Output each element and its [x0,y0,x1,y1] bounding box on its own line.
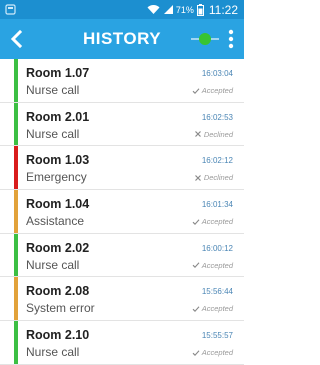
battery-percent: 71% [175,4,194,15]
room-name: Room 2.01 [26,109,90,124]
call-type: Nurse call [26,257,80,272]
history-item[interactable]: Room 2.08 System error 15:56:44 Accepted [0,277,244,322]
check-icon [192,306,200,312]
room-name: Room 1.03 [26,153,90,168]
check-icon [192,87,200,94]
room-name: Room 1.04 [26,197,90,212]
call-status: Accepted [192,86,233,95]
call-status: Accepted [192,304,233,313]
room-name: Room 2.10 [26,328,90,343]
history-item[interactable]: Room 1.04 Assistance 16:01:34 Accepted [0,190,244,234]
connection-status-icon [199,33,211,45]
check-icon [192,350,200,356]
priority-stripe [14,102,18,146]
status-label: Accepted [201,348,233,358]
x-icon [194,174,201,181]
priority-stripe [14,146,18,190]
wifi-icon [147,5,160,14]
history-item[interactable]: Room 2.02 Nurse call 16:00:12 Accepted [0,233,244,278]
check-icon [192,262,200,269]
clock: 11:22 [208,2,238,17]
call-type: Nurse call [26,83,80,97]
status-label: Declined [203,173,233,183]
status-label: Accepted [201,86,233,95]
history-list: Room 1.07 Nurse call 16:03:04 Accepted R… [0,59,244,365]
call-status: Declined [194,130,233,139]
priority-stripe [14,233,18,277]
status-bar: 71% 11:22 [0,0,244,19]
priority-stripe [14,190,18,233]
priority-stripe [14,321,18,364]
priority-stripe [14,59,18,102]
more-options-icon[interactable] [224,28,238,50]
history-item[interactable]: Room 2.10 Nurse call 15:55:57 Accepted [0,321,244,365]
priority-stripe [14,277,18,321]
call-time: 16:03:04 [201,69,233,78]
call-status: Accepted [192,261,233,270]
signal-icon [163,5,173,14]
status-label: Accepted [201,304,233,314]
battery-icon [196,3,204,16]
status-label: Accepted [201,217,233,227]
call-type: Nurse call [26,345,80,360]
call-type: Assistance [26,214,85,229]
call-type: System error [26,301,95,316]
call-time: 16:00:12 [201,243,233,253]
call-time: 15:56:44 [201,287,233,297]
status-label: Declined [203,129,233,139]
x-icon [194,131,201,138]
app-bar: HISTORY [0,19,244,59]
status-label: Accepted [201,260,233,270]
status-icons: 71% 11:22 [147,3,238,17]
history-item[interactable]: Room 2.01 Nurse call 16:02:53 Declined [0,102,244,147]
check-icon [192,218,200,225]
call-time: 16:01:34 [201,200,233,210]
history-item[interactable]: Room 1.07 Nurse call 16:03:04 Accepted [0,59,244,103]
room-name: Room 1.07 [26,66,90,80]
call-type: Nurse call [26,126,80,141]
history-item[interactable]: Room 1.03 Emergency 16:02:12 Declined [0,146,244,191]
call-status: Accepted [192,348,233,357]
call-time: 16:02:53 [201,112,233,122]
room-name: Room 2.02 [26,240,90,255]
room-name: Room 2.08 [26,284,90,299]
call-time: 16:02:12 [201,156,233,166]
call-type: Emergency [26,170,87,185]
notification-icon [5,4,16,15]
call-status: Declined [194,173,233,182]
call-status: Accepted [192,217,233,226]
call-time: 15:55:57 [201,331,233,341]
